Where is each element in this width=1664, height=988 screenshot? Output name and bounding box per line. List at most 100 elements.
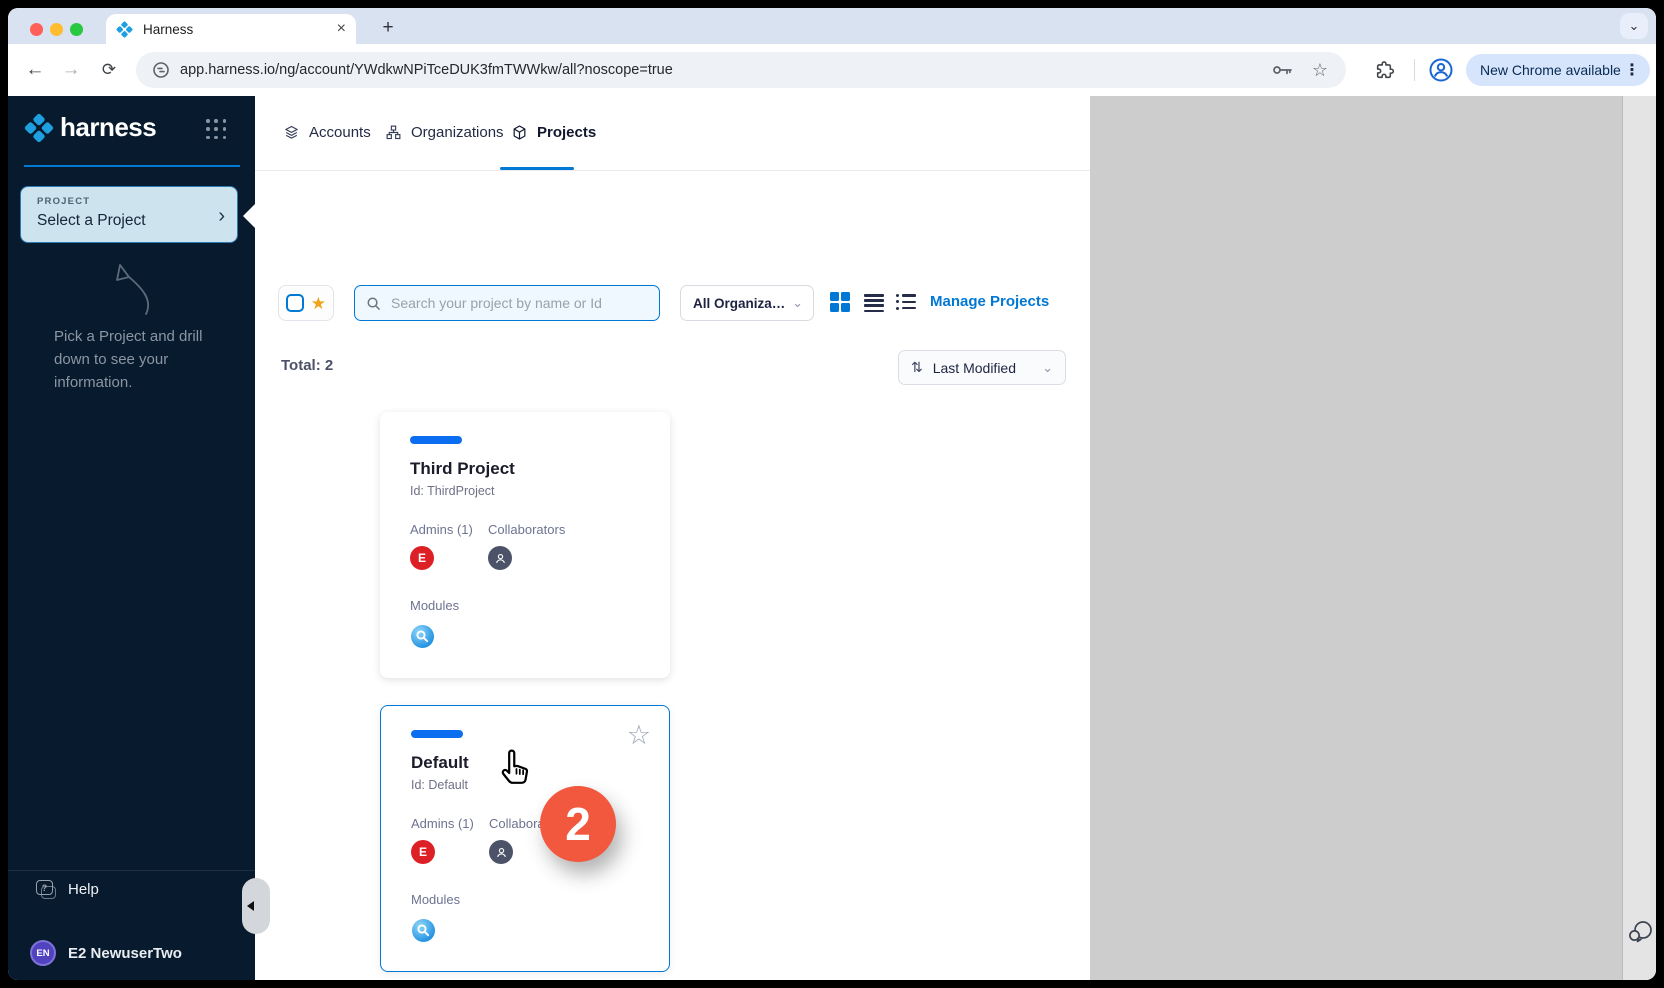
hand-drawn-arrow (108, 260, 156, 320)
background-panel (1090, 96, 1622, 980)
sort-value: Last Modified (933, 360, 1042, 376)
browser-tab[interactable]: Harness × (106, 14, 356, 44)
url-text[interactable]: app.harness.io/ng/account/YWdkwNPiTceDUK… (180, 62, 1272, 78)
chevron-right-icon: › (218, 205, 225, 228)
person-icon (494, 845, 509, 860)
sidebar-divider (24, 165, 240, 167)
reload-button[interactable]: ⟳ (94, 44, 124, 96)
chrome-update-button[interactable]: New Chrome available ⋮ (1466, 54, 1650, 86)
tab-projects-label: Projects (537, 124, 596, 141)
help-button[interactable]: ? Help (36, 880, 99, 898)
extensions-icon[interactable] (1374, 59, 1396, 81)
collapse-arrow-icon (247, 901, 254, 911)
project-color-bar (410, 436, 462, 444)
sidebar-collapse-handle[interactable] (242, 878, 270, 934)
brand-wordmark: harness (60, 112, 156, 143)
sidebar-hint-text: Pick a Project and drill down to see you… (54, 325, 226, 394)
chevron-down-icon: ⌄ (1042, 360, 1053, 376)
window-zoom-button[interactable] (70, 23, 83, 36)
module-icon[interactable] (411, 918, 436, 943)
chevron-down-icon: ⌄ (792, 295, 803, 311)
project-selector-value: Select a Project (37, 212, 225, 230)
tab-organizations-label: Organizations (411, 124, 504, 141)
user-profile[interactable]: EN E2 NewuserTwo (30, 940, 182, 966)
pointer-hand-cursor (497, 746, 535, 792)
tab-accounts[interactable]: Accounts (283, 124, 371, 141)
search-icon (366, 296, 381, 311)
total-count: Total: 2 (281, 357, 333, 374)
browser-toolbar: ← → ⟳ app.harness.io/ng/account/YWdkwNPi… (8, 44, 1656, 97)
project-title: Third Project (410, 459, 515, 479)
manage-projects-link[interactable]: Manage Projects (930, 293, 1049, 310)
content-notch (243, 204, 255, 228)
collaborators-label: Collaborators (488, 522, 565, 537)
help-chat-icon: ? (36, 880, 56, 898)
sort-icon: ⇅ (911, 359, 923, 376)
admin-avatar[interactable]: E (411, 840, 435, 864)
tab-projects[interactable]: Projects (511, 124, 596, 141)
tab-strip: Harness × + ⌄ (8, 8, 1656, 44)
app-launcher-icon[interactable] (206, 119, 228, 141)
organizations-icon (385, 124, 402, 141)
site-info-icon[interactable] (152, 61, 170, 79)
person-icon (493, 551, 508, 566)
collaborator-avatar[interactable] (488, 546, 512, 570)
address-bar[interactable]: app.harness.io/ng/account/YWdkwNPiTceDUK… (136, 52, 1346, 88)
organization-filter[interactable]: All Organiza… ⌄ (680, 285, 814, 321)
grid-view-icon[interactable] (830, 292, 850, 312)
favorite-star-icon[interactable]: ☆ (627, 722, 651, 749)
forward-button[interactable]: → (56, 44, 86, 96)
tab-search-button[interactable]: ⌄ (1620, 13, 1648, 39)
support-chat-icon[interactable] (1626, 918, 1654, 948)
project-color-bar (411, 730, 463, 738)
tab-accounts-label: Accounts (309, 124, 371, 141)
tab-close-icon[interactable]: × (337, 21, 346, 37)
window-minimize-button[interactable] (50, 23, 63, 36)
sidebar-separator (8, 870, 255, 871)
harness-logo-icon (24, 113, 54, 143)
tab-organizations[interactable]: Organizations (385, 124, 504, 141)
password-key-icon[interactable] (1272, 63, 1294, 77)
new-tab-button[interactable]: + (374, 14, 402, 42)
favorites-filter-group: ★ (278, 285, 334, 321)
collaborator-avatar[interactable] (489, 840, 513, 864)
help-label: Help (68, 881, 99, 898)
project-card-default[interactable]: ☆ Default Id: Default Admins (1) Collabo… (380, 705, 670, 972)
chrome-update-label: New Chrome available (1480, 62, 1624, 78)
project-card-third-project[interactable]: Third Project Id: ThirdProject Admins (1… (380, 412, 670, 678)
annotation-step-badge: 2 (540, 786, 616, 862)
sort-dropdown[interactable]: ⇅ Last Modified ⌄ (898, 350, 1066, 385)
row-view-icon[interactable] (864, 294, 884, 312)
admins-label: Admins (1) (410, 522, 473, 537)
projects-cube-icon (511, 124, 528, 141)
project-id: Id: ThirdProject (410, 484, 495, 498)
browser-menu-icon[interactable]: ⋮ (1624, 60, 1640, 80)
harness-logo[interactable]: harness (24, 112, 156, 143)
window-close-button[interactable] (30, 23, 43, 36)
search-input[interactable] (389, 294, 643, 312)
favorites-checkbox[interactable] (286, 294, 304, 312)
active-tab-underline (500, 167, 574, 170)
project-id: Id: Default (411, 778, 468, 792)
modules-label: Modules (411, 892, 460, 907)
admin-avatar[interactable]: E (410, 546, 434, 570)
right-rail (1622, 96, 1656, 980)
tab-title: Harness (143, 22, 337, 37)
project-selector-label: PROJECT (37, 196, 225, 207)
bookmark-star-icon[interactable]: ☆ (1312, 60, 1328, 81)
page-tab-bar: Accounts Organizations Projects (255, 96, 1090, 171)
module-icon[interactable] (410, 624, 435, 649)
toolbar-divider (1414, 59, 1415, 81)
back-button[interactable]: ← (20, 44, 50, 96)
accounts-stack-icon (283, 124, 300, 141)
profile-icon[interactable] (1428, 57, 1454, 83)
browser-window: Harness × + ⌄ ← → ⟳ app.harness.io/ng/ac… (8, 8, 1656, 980)
admins-label: Admins (1) (411, 816, 474, 831)
project-title: Default (411, 753, 469, 773)
user-name: E2 NewuserTwo (68, 945, 182, 962)
harness-favicon (116, 21, 133, 38)
list-view-icon[interactable] (896, 294, 916, 310)
favorites-star-icon[interactable]: ★ (311, 295, 326, 312)
project-search (354, 285, 660, 321)
project-selector[interactable]: PROJECT Select a Project › (20, 186, 238, 243)
